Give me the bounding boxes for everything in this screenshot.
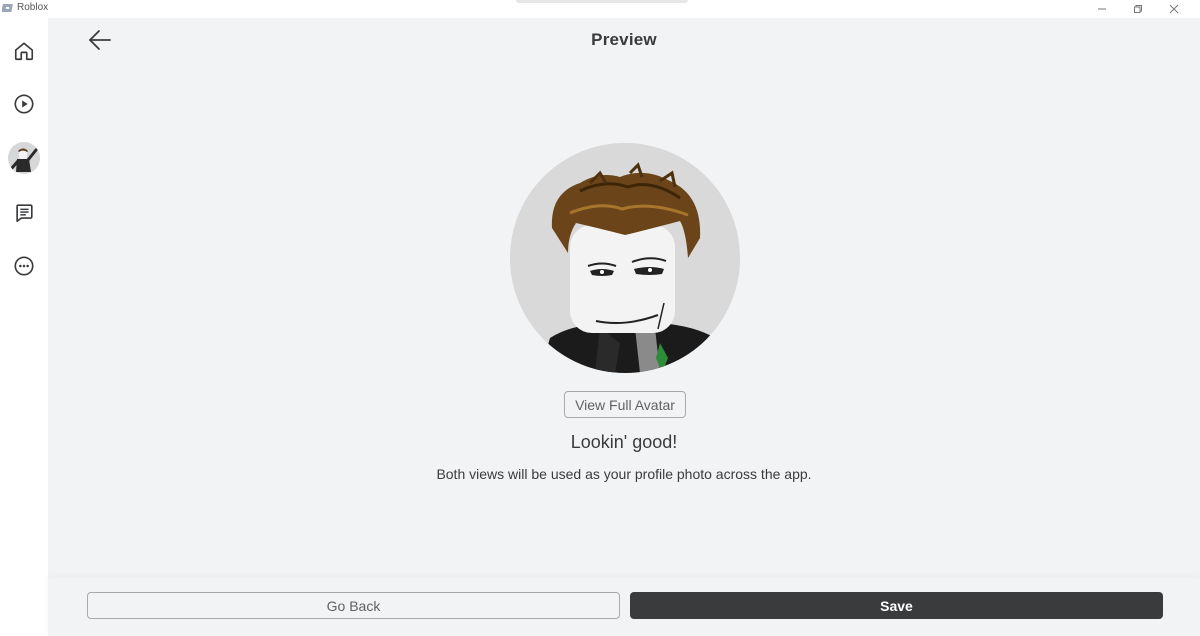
view-full-avatar-button[interactable]: View Full Avatar [564, 391, 686, 418]
sidebar-item-play[interactable] [8, 88, 40, 120]
play-icon [14, 94, 34, 114]
roblox-logo-icon [2, 3, 13, 12]
sidebar-item-more[interactable] [8, 250, 40, 282]
avatar-figure-icon [8, 142, 40, 174]
more-icon [14, 256, 34, 276]
avatar-headshot-preview [510, 143, 740, 373]
chat-icon [16, 204, 33, 223]
restore-icon [1134, 5, 1142, 13]
avatar-thumbnail [8, 142, 40, 174]
drag-handle[interactable] [516, 0, 688, 3]
sidebar-item-chat[interactable] [8, 197, 40, 229]
sidebar-item-avatar[interactable] [8, 142, 40, 174]
page-title: Preview [591, 30, 657, 49]
close-icon [1169, 4, 1179, 14]
title-bar: Roblox [0, 0, 1200, 18]
app-title: Roblox [17, 2, 49, 13]
restore-button[interactable] [1120, 0, 1156, 18]
close-button[interactable] [1156, 0, 1192, 18]
window-controls [1084, 0, 1192, 18]
minimize-icon [1098, 8, 1106, 10]
sidebar [0, 18, 48, 636]
headline: Lookin' good! [570, 432, 678, 452]
app-title-group: Roblox [2, 2, 48, 13]
avatar-head-image [510, 143, 740, 373]
go-back-button[interactable]: Go Back [87, 592, 620, 619]
description-text: Both views will be used as your profile … [436, 466, 812, 482]
minimize-button[interactable] [1084, 0, 1120, 18]
roblox-window: Roblox Preview View Full Avatar Lookin' … [0, 0, 1200, 636]
save-button[interactable]: Save [630, 592, 1163, 619]
